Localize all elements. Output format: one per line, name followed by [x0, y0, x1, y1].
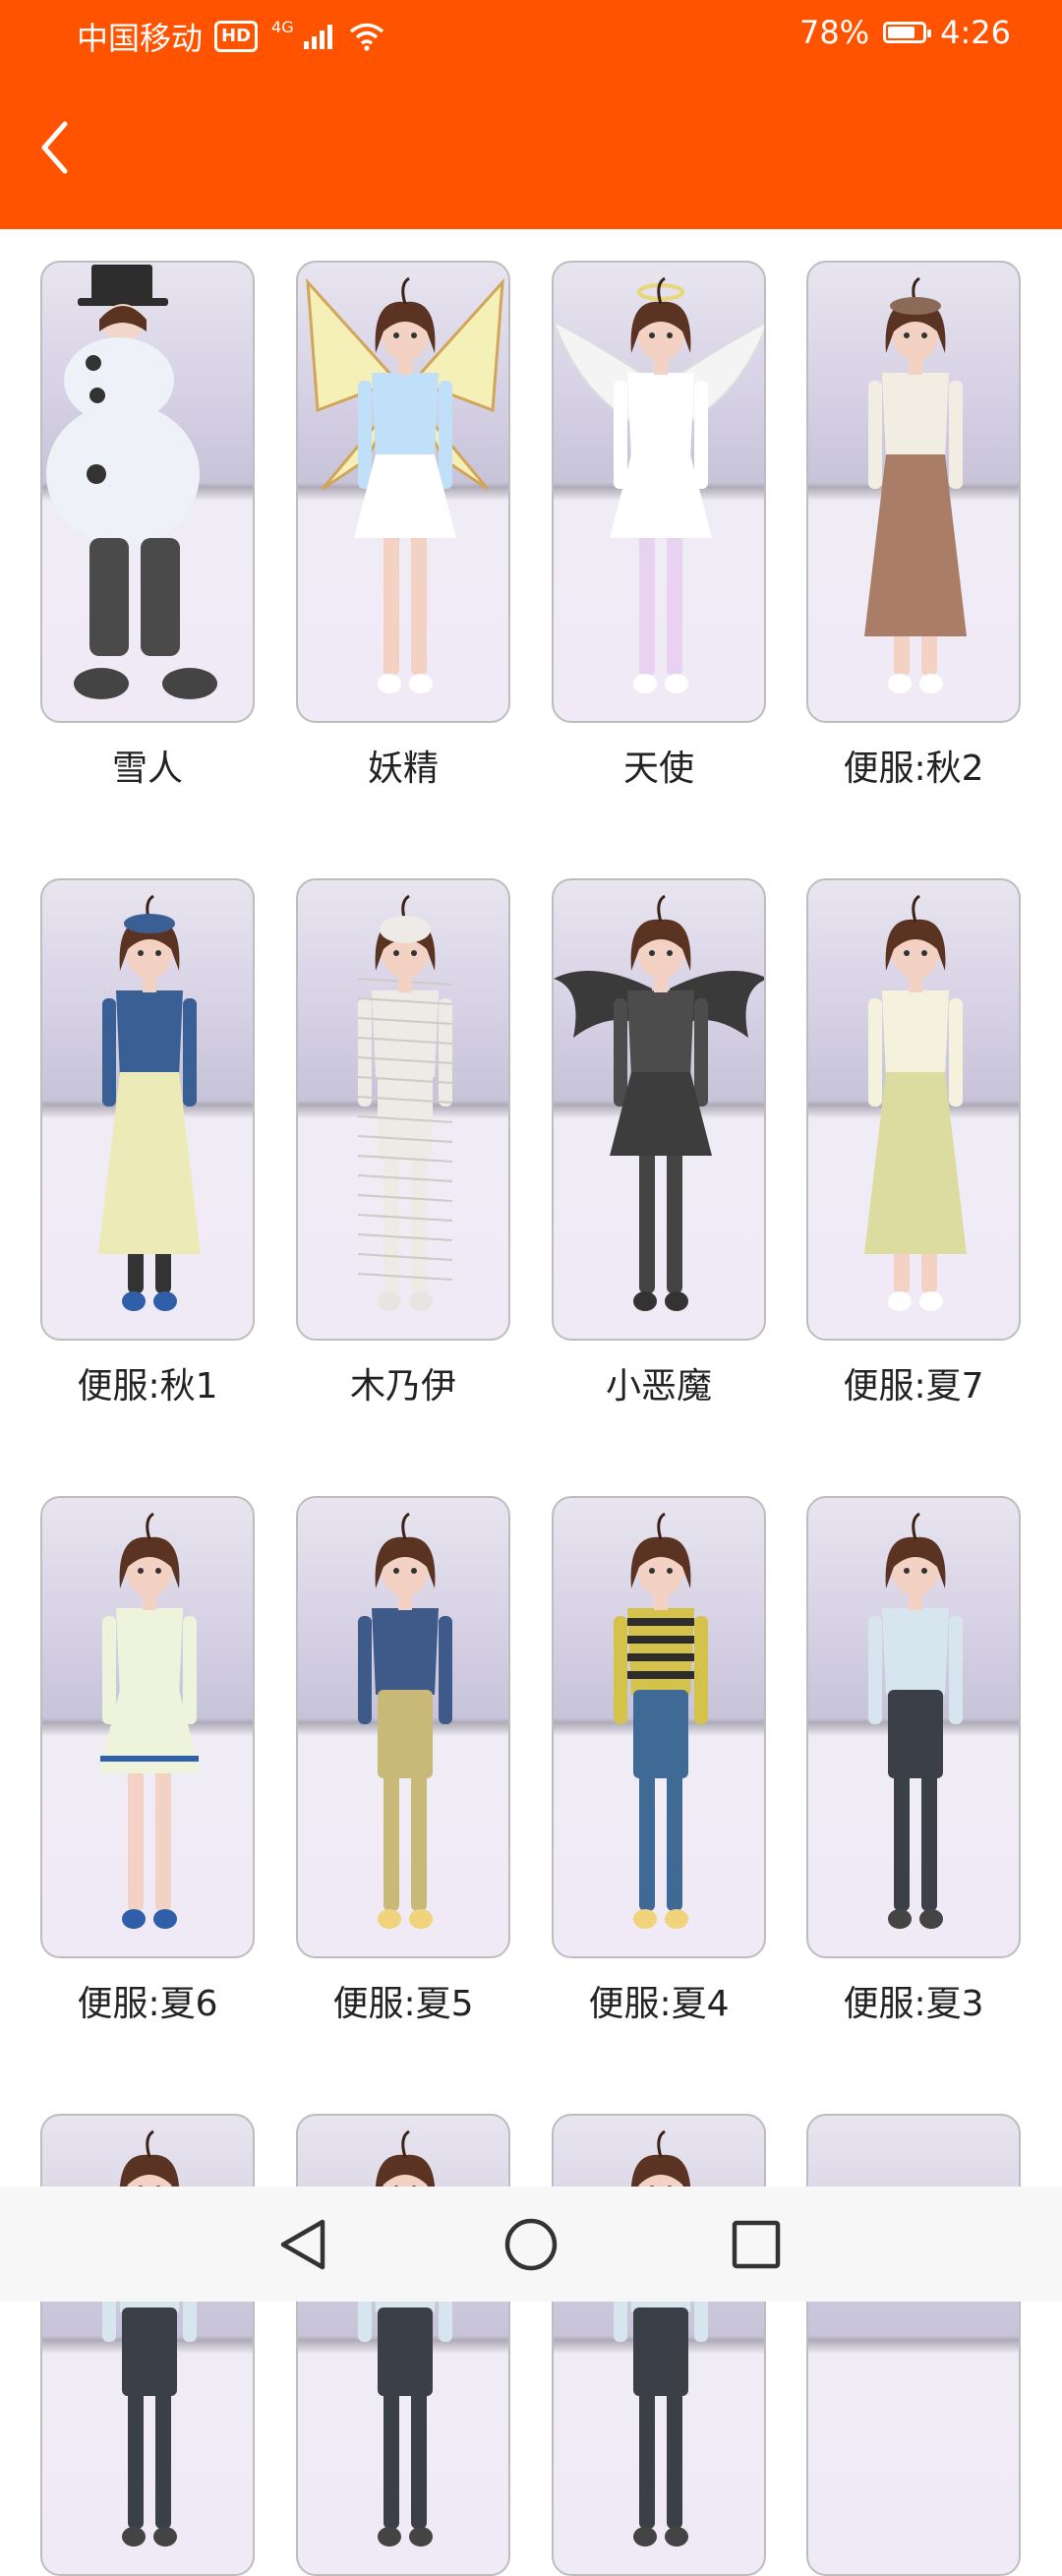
costume-card-summer7[interactable] — [806, 878, 1021, 1341]
costume-preview-image — [864, 276, 967, 693]
back-button[interactable] — [30, 113, 79, 182]
costume-card-empty[interactable] — [806, 2114, 1021, 2576]
costume-label: 便服:秋1 — [77, 1366, 218, 1407]
square-recents-icon[interactable] — [726, 2214, 787, 2275]
costume-label: 天使 — [622, 749, 694, 789]
costume-label: 便服:夏4 — [588, 1984, 730, 2024]
costume-card-partial[interactable] — [40, 2114, 255, 2576]
costume-label: 妖精 — [367, 749, 439, 789]
triangle-back-icon[interactable] — [273, 2214, 334, 2275]
signal-icon — [303, 24, 332, 49]
costume-preview-image — [864, 894, 967, 1311]
circle-home-icon[interactable] — [501, 2214, 561, 2275]
costume-preview-image — [358, 1512, 452, 1929]
battery-icon — [883, 22, 932, 43]
costume-label: 便服:夏7 — [843, 1366, 984, 1407]
wifi-icon — [349, 23, 384, 51]
costume-card-fairy[interactable] — [296, 261, 510, 723]
costume-card-angel[interactable] — [552, 261, 766, 723]
costume-preview-image — [102, 2129, 197, 2546]
costume-card-autumn2[interactable] — [806, 261, 1021, 723]
costume-preview-image — [808, 2116, 1021, 2576]
costume-label: 便服:夏6 — [77, 1984, 218, 2024]
hd-badge: HD — [214, 21, 259, 52]
costume-preview-image — [614, 2129, 708, 2546]
costume-card-summer6[interactable] — [40, 1496, 255, 1958]
clock: 4:26 — [940, 14, 1011, 51]
costume-label: 雪人 — [111, 749, 183, 789]
app-header: 中国移动 HD 4G 78% 4:26 — [0, 0, 1062, 229]
costume-card-devil[interactable] — [552, 878, 766, 1341]
costume-label: 便服:夏5 — [332, 1984, 474, 2024]
carrier-label: 中国移动 — [77, 20, 204, 57]
status-bar: 中国移动 HD 4G 78% 4:26 — [0, 0, 1062, 75]
costume-preview-image — [46, 265, 217, 699]
costume-card-summer4[interactable] — [552, 1496, 766, 1958]
costume-card-autumn1[interactable] — [40, 878, 255, 1341]
costume-card-partial[interactable] — [552, 2114, 766, 2576]
costume-preview-image — [554, 276, 764, 693]
costume-label: 便服:秋2 — [843, 749, 984, 789]
costume-preview-image — [98, 894, 201, 1311]
chevron-left-icon — [41, 121, 68, 174]
costume-preview-image — [868, 1512, 963, 1929]
costume-preview-image — [358, 2129, 452, 2546]
costume-card-summer5[interactable] — [296, 1496, 510, 1958]
costume-preview-image — [98, 1512, 201, 1929]
costume-card-summer3[interactable] — [806, 1496, 1021, 1958]
system-nav-bar — [0, 2187, 1062, 2302]
costume-preview-image — [614, 1512, 708, 1929]
costume-preview-image — [554, 894, 764, 1311]
costume-card-mummy[interactable] — [296, 878, 510, 1341]
costume-label: 小恶魔 — [605, 1366, 712, 1407]
network-type: 4G — [271, 17, 294, 36]
costume-label: 木乃伊 — [349, 1366, 456, 1407]
battery-percent: 78% — [799, 14, 870, 51]
costume-card-snowman[interactable] — [40, 261, 255, 723]
costume-label: 便服:夏3 — [843, 1984, 984, 2024]
costume-preview-image — [357, 894, 453, 1311]
costume-preview-image — [306, 276, 504, 693]
costume-card-partial[interactable] — [296, 2114, 510, 2576]
